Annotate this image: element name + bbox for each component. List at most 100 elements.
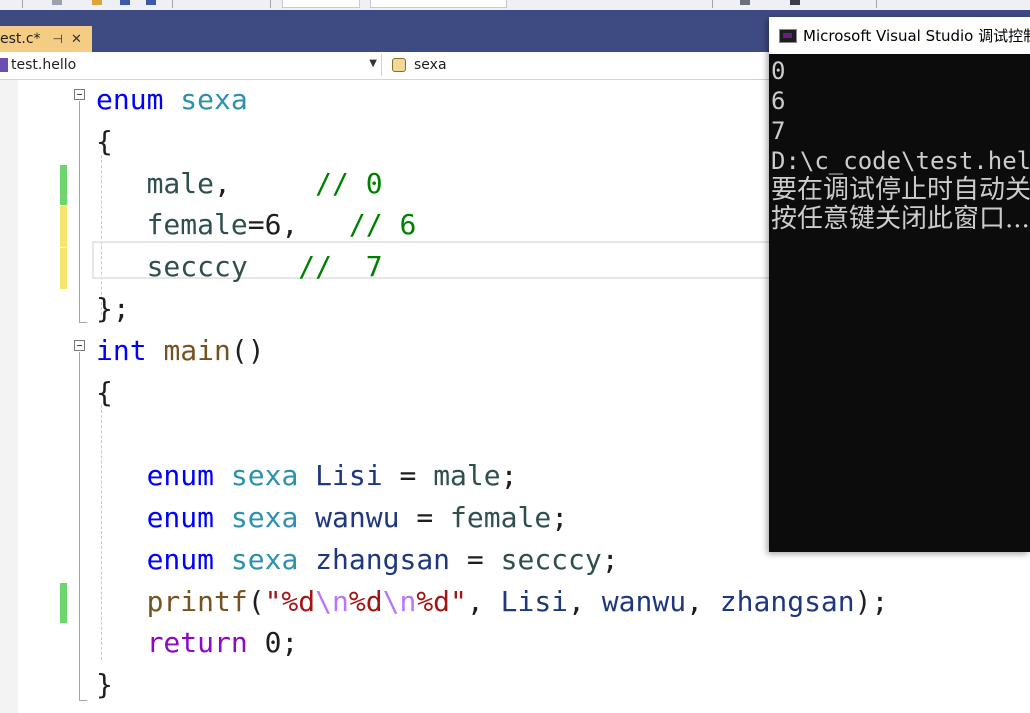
toolbar-separator <box>876 0 877 8</box>
code-token: male <box>96 166 215 200</box>
project-icon <box>0 58 8 72</box>
code-token: } <box>96 668 113 702</box>
fold-guide <box>79 352 80 700</box>
code-token: = <box>382 459 434 493</box>
code-line: male, // 0 <box>96 164 383 204</box>
toolbar <box>0 0 1030 10</box>
code-token: sexa <box>230 542 299 576</box>
project-scope-label: test.hello <box>11 57 77 73</box>
code-token: secccy <box>96 250 248 284</box>
code-token: %d" <box>416 584 467 618</box>
dropdown-arrow-icon[interactable]: ▼ <box>369 58 377 69</box>
code-token: , <box>214 166 316 200</box>
code-token: sexa <box>230 501 299 534</box>
code-token: wanwu <box>315 501 400 534</box>
project-scope-dropdown[interactable]: test.hello ▼ <box>0 54 382 76</box>
debug-console-window[interactable]: Microsoft Visual Studio 调试控制台 0 6 7 D:\c_co… <box>769 17 1030 552</box>
code-token: // 0 <box>315 166 383 200</box>
bookmark-icon[interactable] <box>790 0 800 5</box>
code-token: , <box>686 584 720 618</box>
toolbar-separator <box>22 0 23 8</box>
fold-guide <box>79 101 80 322</box>
collapse-toggle-icon[interactable] <box>74 89 85 100</box>
code-token: = <box>450 542 501 576</box>
code-token: \n <box>315 584 349 618</box>
pin-icon[interactable]: ⊣ <box>53 32 63 46</box>
code-token: %d <box>348 584 383 618</box>
code-token: ); <box>854 584 889 618</box>
console-app-icon <box>779 28 797 43</box>
code-line: { <box>96 373 113 413</box>
step-icon[interactable] <box>740 0 750 5</box>
code-token: enum <box>96 83 164 116</box>
configuration-dropdown[interactable] <box>282 0 360 8</box>
toolbar-separator <box>172 0 173 8</box>
toolbar-separator <box>270 0 271 8</box>
save-icon[interactable] <box>120 0 130 5</box>
toolbar-separator <box>712 0 713 8</box>
code-token: }; <box>96 292 130 325</box>
code-token: Lisi <box>315 459 383 493</box>
code-token: ; <box>601 542 619 576</box>
console-line: 6 <box>771 87 786 115</box>
code-token: return <box>96 626 248 660</box>
code-token: // 6 <box>348 208 417 242</box>
collapse-toggle-icon[interactable] <box>74 340 85 351</box>
console-line: 7 <box>771 117 786 145</box>
platform-dropdown[interactable] <box>370 0 507 8</box>
console-title-bar[interactable]: Microsoft Visual Studio 调试控制台 <box>769 17 1030 54</box>
open-folder-icon[interactable] <box>92 0 102 5</box>
code-line: { <box>96 122 113 162</box>
change-marker <box>60 248 67 289</box>
enum-icon <box>392 58 406 72</box>
console-output: 067D:\c_code\test.hello\Debug\test.hello… <box>769 56 1030 552</box>
code-line: int main() <box>96 331 265 371</box>
code-token: { <box>96 124 113 158</box>
code-token: , <box>466 584 501 618</box>
symbol-dropdown[interactable]: sexa <box>388 54 768 76</box>
code-line: enum sexa Lisi = male; <box>96 456 518 496</box>
code-token: Lisi <box>500 584 569 618</box>
selection-margin <box>0 80 18 713</box>
code-token: printf <box>96 584 248 618</box>
code-line: secccy // 7 <box>96 247 383 287</box>
tab-test-c[interactable]: est.c* ⊣ ✕ <box>0 26 92 52</box>
code-line: printf("%d\n%d\n%d", Lisi, wanwu, zhangs… <box>96 582 889 622</box>
code-token: = <box>399 501 451 534</box>
code-token: sexa <box>180 83 248 116</box>
tab-title: est.c* <box>0 31 41 47</box>
console-line: 按任意键关闭此窗口... <box>771 204 1030 234</box>
code-token: ; <box>500 459 518 493</box>
code-line: return 0; <box>96 623 299 663</box>
change-marker <box>60 164 67 206</box>
code-token: ; <box>551 501 569 534</box>
save-all-icon[interactable] <box>146 0 156 5</box>
code-token: enum <box>96 542 215 576</box>
code-token: =6, <box>247 208 349 242</box>
code-line: } <box>96 665 113 705</box>
code-token: () <box>230 333 265 367</box>
code-token: enum <box>96 459 215 493</box>
undo-icon[interactable] <box>52 0 62 5</box>
code-token: enum <box>96 501 215 534</box>
console-line: 要在调试停止时自动关闭控制台 <box>771 175 1030 205</box>
code-token: wanwu <box>601 584 687 618</box>
code-token: zhangsan <box>719 584 855 618</box>
symbol-label: sexa <box>414 57 447 73</box>
code-token: 0; <box>247 626 299 660</box>
code-line: enum sexa wanwu = female; <box>96 498 569 538</box>
change-marker <box>60 206 67 248</box>
code-line: enum sexa <box>96 80 248 120</box>
code-line: enum sexa zhangsan = secccy; <box>96 540 619 580</box>
console-line: D:\c_code\test.hello\Debug\test.hello.ex… <box>771 147 1030 175</box>
close-icon[interactable]: ✕ <box>71 32 82 47</box>
code-token: male <box>433 459 501 493</box>
